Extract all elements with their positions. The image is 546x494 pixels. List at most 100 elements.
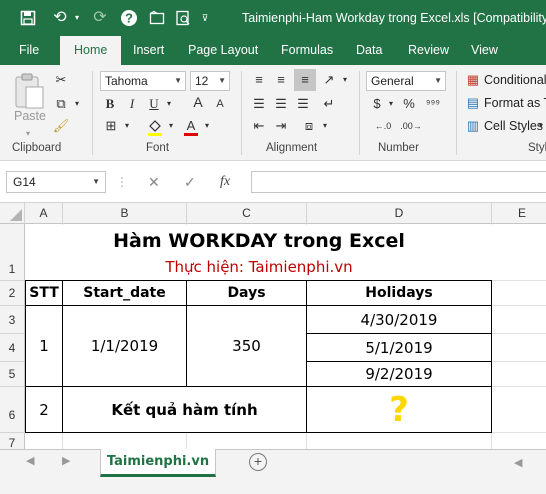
scroll-left-icon[interactable]: ◀ xyxy=(514,456,522,469)
increase-indent-icon[interactable]: ⇥ xyxy=(272,117,290,135)
undo-icon[interactable]: ⟲ xyxy=(48,6,72,30)
cell-start-date[interactable]: 1/1/2019 xyxy=(63,306,187,387)
orientation-dropdown-icon[interactable]: ▾ xyxy=(340,71,350,89)
conditional-formatting-icon[interactable]: ▦ xyxy=(464,71,482,89)
cell-days[interactable]: 350 xyxy=(187,306,307,387)
customize-toolbar-icon[interactable]: ⊽ xyxy=(198,6,212,30)
font-color-icon[interactable]: A xyxy=(182,117,200,137)
cell-holiday[interactable]: 9/2/2019 xyxy=(307,362,492,387)
borders-dropdown-icon[interactable]: ▾ xyxy=(122,117,132,135)
font-size-select[interactable]: 12 ▼ xyxy=(190,71,230,91)
add-sheet-icon[interactable]: + xyxy=(249,453,267,471)
merge-center-icon[interactable]: ⧈ xyxy=(300,117,318,135)
open-icon[interactable] xyxy=(146,6,168,30)
column-header-d[interactable]: D xyxy=(307,203,492,224)
decrease-decimal-icon[interactable]: .00→ xyxy=(400,117,422,135)
cell-styles-icon[interactable]: ▥ xyxy=(464,117,482,135)
cell-styles-dropdown-icon[interactable]: ▾ xyxy=(536,117,546,135)
fill-color-icon[interactable] xyxy=(146,117,164,137)
merge-dropdown-icon[interactable]: ▾ xyxy=(320,117,330,135)
name-box[interactable]: G14 ▼ xyxy=(6,171,106,193)
row-header-7[interactable]: 7 xyxy=(0,433,25,449)
row-header-5[interactable]: 5 xyxy=(0,362,25,387)
align-middle-icon[interactable]: ≡ xyxy=(272,71,290,89)
scroll-prev-sheet-icon[interactable]: ◀ xyxy=(26,454,34,467)
currency-icon[interactable]: $ xyxy=(368,95,386,113)
comma-style-icon[interactable]: ⁹⁹⁹ xyxy=(424,95,442,113)
borders-icon[interactable]: ⊞ xyxy=(102,117,120,135)
enter-icon[interactable]: ✓ xyxy=(184,171,196,193)
percent-icon[interactable]: % xyxy=(400,95,418,113)
select-all-corner[interactable] xyxy=(0,203,25,224)
format-as-table-button[interactable]: Format as T xyxy=(484,94,546,112)
paste-dropdown-icon[interactable]: ▾ xyxy=(26,125,30,143)
cancel-icon[interactable]: ✕ xyxy=(148,171,160,193)
increase-decimal-icon[interactable]: ←.0 xyxy=(372,117,394,135)
tab-home[interactable]: Home xyxy=(60,36,122,65)
conditional-formatting-button[interactable]: Conditional xyxy=(484,71,546,89)
header-cell-stt[interactable]: STT xyxy=(26,281,63,306)
tab-insert[interactable]: Insert xyxy=(133,36,164,65)
underline-button[interactable]: U xyxy=(146,95,162,113)
print-preview-icon[interactable] xyxy=(172,6,194,30)
tab-review[interactable]: Review xyxy=(408,36,449,65)
header-cell-holidays[interactable]: Holidays xyxy=(307,281,492,306)
redo-icon[interactable]: ⟳ xyxy=(88,6,112,30)
shrink-font-button[interactable]: A xyxy=(212,95,228,113)
insert-function-icon[interactable]: fx xyxy=(220,171,230,193)
row-header-6[interactable]: 6 xyxy=(0,387,25,433)
column-header-c[interactable]: C xyxy=(187,203,307,224)
cell-styles-button[interactable]: Cell Styles xyxy=(484,117,543,135)
font-name-select[interactable]: Tahoma ▼ xyxy=(100,71,186,91)
header-cell-days[interactable]: Days xyxy=(187,281,307,306)
title-merged-cell[interactable]: Hàm WORKDAY trong Excel Thực hiện: Taimi… xyxy=(26,225,492,281)
align-bottom-icon[interactable]: ≡ xyxy=(294,69,316,91)
copy-icon[interactable]: ⧉ xyxy=(52,95,70,113)
scroll-next-sheet-icon[interactable]: ▶ xyxy=(62,454,70,467)
grow-font-button[interactable]: A xyxy=(190,93,206,111)
more-options-icon[interactable]: ⋮ xyxy=(116,171,128,193)
cell-result-label[interactable]: Kết quả hàm tính xyxy=(63,387,307,433)
cell-result-value[interactable]: ? xyxy=(307,387,492,433)
row-header-1[interactable]: 1 xyxy=(0,224,25,281)
italic-button[interactable]: I xyxy=(124,95,140,113)
fill-color-dropdown-icon[interactable]: ▾ xyxy=(166,117,176,135)
font-color-dropdown-icon[interactable]: ▾ xyxy=(202,117,212,135)
underline-dropdown-icon[interactable]: ▾ xyxy=(164,95,174,113)
copy-dropdown-icon[interactable]: ▾ xyxy=(72,95,82,113)
save-icon[interactable] xyxy=(16,6,40,30)
tab-file[interactable]: File xyxy=(19,36,39,65)
column-header-e[interactable]: E xyxy=(492,203,546,224)
bold-button[interactable]: B xyxy=(102,95,118,113)
formula-input[interactable] xyxy=(251,171,546,193)
column-header-b[interactable]: B xyxy=(63,203,187,224)
row-header-2[interactable]: 2 xyxy=(0,281,25,306)
cell-holiday[interactable]: 5/1/2019 xyxy=(307,334,492,362)
undo-dropdown-icon[interactable]: ▾ xyxy=(72,6,82,30)
number-format-select[interactable]: General ▼ xyxy=(366,71,446,91)
tab-view[interactable]: View xyxy=(471,36,498,65)
orientation-icon[interactable]: ↗ xyxy=(320,71,338,89)
decrease-indent-icon[interactable]: ⇤ xyxy=(250,117,268,135)
cell-stt[interactable]: 1 xyxy=(26,306,63,387)
header-cell-start-date[interactable]: Start_date xyxy=(63,281,187,306)
row-header-3[interactable]: 3 xyxy=(0,306,25,334)
tab-data[interactable]: Data xyxy=(356,36,382,65)
format-as-table-icon[interactable]: ▤ xyxy=(464,94,482,112)
currency-dropdown-icon[interactable]: ▾ xyxy=(386,95,396,113)
wrap-text-icon[interactable]: ↵ xyxy=(320,95,338,113)
align-right-icon[interactable]: ☰ xyxy=(294,95,312,113)
cell-holiday[interactable]: 4/30/2019 xyxy=(307,306,492,334)
tab-page-layout[interactable]: Page Layout xyxy=(188,36,258,65)
cell-result-stt[interactable]: 2 xyxy=(26,387,63,433)
sheet-tab[interactable]: Taimienphi.vn xyxy=(100,449,216,477)
align-center-icon[interactable]: ☰ xyxy=(272,95,290,113)
paste-label[interactable]: Paste xyxy=(14,107,46,125)
help-icon[interactable]: ? xyxy=(118,6,140,30)
cut-icon[interactable]: ✂ xyxy=(52,71,70,89)
align-left-icon[interactable]: ☰ xyxy=(250,95,268,113)
tab-formulas[interactable]: Formulas xyxy=(281,36,333,65)
format-painter-icon[interactable]: 🖌 xyxy=(52,117,70,135)
row-header-4[interactable]: 4 xyxy=(0,334,25,362)
paste-icon[interactable] xyxy=(12,71,46,111)
